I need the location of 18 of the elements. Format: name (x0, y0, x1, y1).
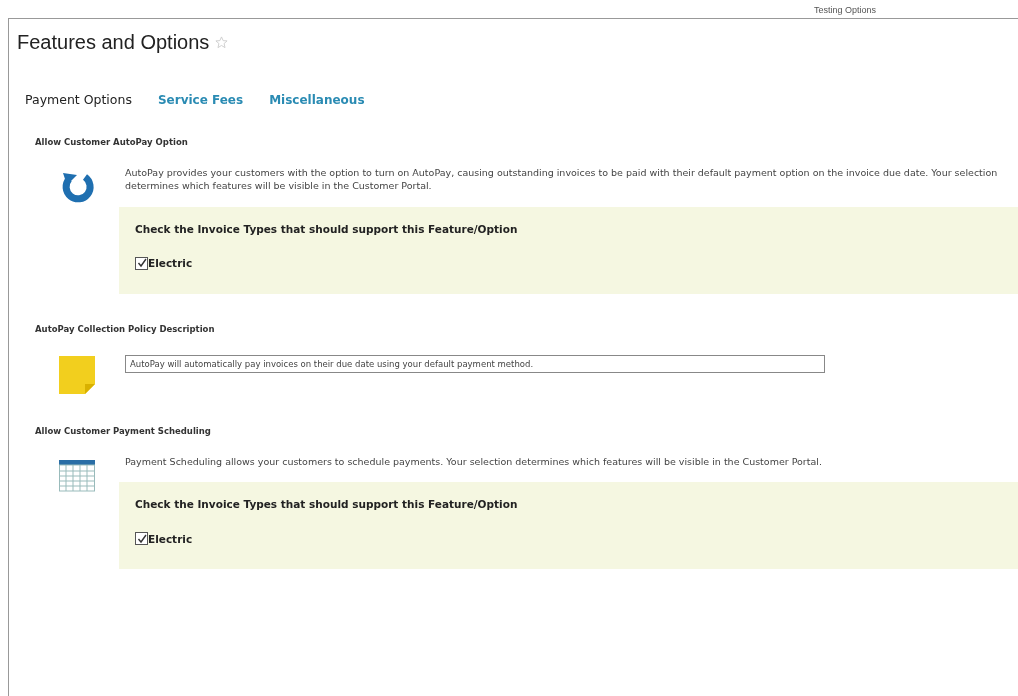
tab[interactable]: Payment Options (25, 92, 132, 107)
checkbox[interactable] (135, 532, 148, 546)
tab[interactable]: Miscellaneous (269, 92, 365, 107)
section-title: Allow Customer Payment Scheduling (35, 425, 211, 436)
panel-title: Check the Invoice Types that should support this Feature/Option (135, 222, 518, 235)
checkbox[interactable] (135, 256, 148, 270)
section-title: Allow Customer AutoPay Option (35, 137, 188, 147)
section-title: AutoPay Collection Policy Description (35, 323, 215, 334)
tab[interactable]: Service Fees (157, 92, 244, 107)
section-description: AutoPay provides your customers with the option to turn on AutoPay, causing outstanding invoices to be paid with their default payment option on the invoice due date. Your selection determines which features will be visible in the Customer Portal. (125, 167, 999, 193)
page-title: Features and Options (17, 31, 210, 54)
section-description: Payment Scheduling allows your customers to schedule payments. Your selection determines which features will be visible in the Customer Portal. (125, 455, 823, 469)
checkbox-label: Electric (148, 257, 193, 270)
policy-description-field[interactable]: AutoPay will automatically pay invoices on their due date using your default payment method. (125, 354, 825, 373)
star-icon[interactable] (215, 36, 229, 49)
panel-title: Check the Invoice Types that should support this Feature/Option (135, 498, 518, 511)
checkbox-label: Electric (148, 532, 193, 545)
context-label: Testing Options (814, 5, 877, 15)
